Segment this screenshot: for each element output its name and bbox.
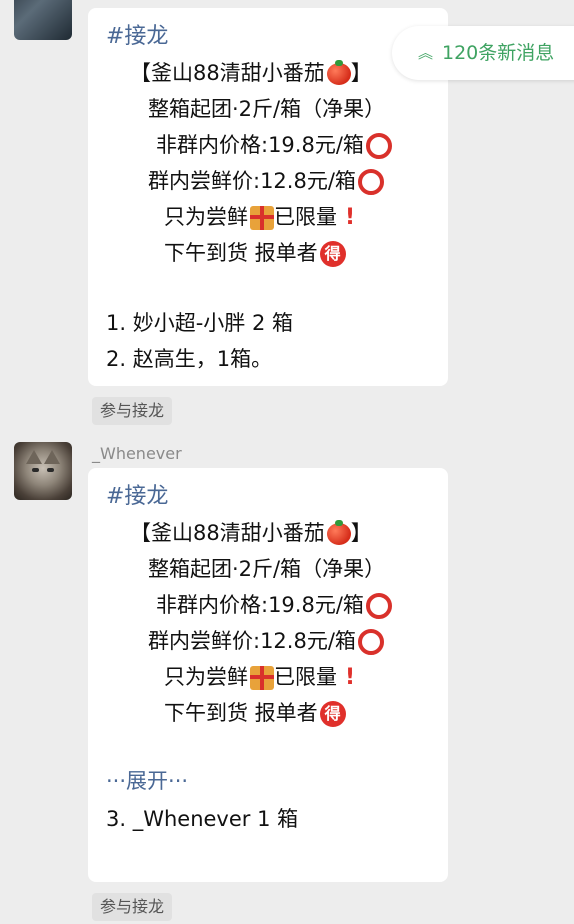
de-badge-icon: 得 <box>319 241 346 267</box>
group-price-line: 群内尝鲜价:12.8元/箱 <box>148 626 384 656</box>
hashtag-link[interactable]: #接龙 <box>106 22 168 52</box>
de-badge-icon: 得 <box>319 701 346 727</box>
exclamation-icon: ! <box>344 665 356 690</box>
red-circle-icon <box>365 133 392 159</box>
gift-icon <box>250 666 274 690</box>
title-line: 【釜山88清甜小番茄】 <box>130 520 372 545</box>
exclamation-icon: ! <box>344 205 356 230</box>
hashtag-link[interactable]: #接龙 <box>106 482 168 512</box>
tomato-icon <box>326 60 351 85</box>
red-circle-icon <box>365 593 392 619</box>
tomato-icon <box>326 520 351 545</box>
avatar[interactable] <box>14 0 72 40</box>
spec-line: 整箱起团·2斤/箱（净果） <box>148 97 386 121</box>
expand-link[interactable]: ···展开··· <box>106 766 188 796</box>
red-circle-icon <box>357 629 384 655</box>
message-bubble[interactable]: #接龙 【釜山88清甜小番茄】 整箱起团·2斤/箱（净果） 非群内价格:19.8… <box>88 468 448 882</box>
group-price-line: 群内尝鲜价:12.8元/箱 <box>148 166 384 196</box>
sender-name: _Whenever <box>92 444 182 463</box>
spec-line: 整箱起团·2斤/箱（净果） <box>148 557 386 581</box>
arrival-line: 下午到货 报单者得 <box>164 698 346 728</box>
gift-icon <box>250 206 274 230</box>
join-solitaire-button[interactable]: 参与接龙 <box>92 397 173 425</box>
red-circle-icon <box>357 169 384 195</box>
title-line: 【釜山88清甜小番茄】 <box>130 60 372 85</box>
limited-line: 只为尝鲜 已限量! <box>164 202 361 233</box>
price-line: 非群内价格:19.8元/箱 <box>156 130 392 160</box>
price-line: 非群内价格:19.8元/箱 <box>156 590 392 620</box>
new-messages-button[interactable]: ︽ 120条新消息 <box>392 26 574 80</box>
arrival-line: 下午到货 报单者得 <box>164 238 346 268</box>
avatar[interactable] <box>14 442 72 500</box>
limited-line: 只为尝鲜 已限量! <box>164 662 361 693</box>
list-item: 1. 妙小超-小胖 2 箱 <box>106 311 293 335</box>
join-solitaire-button[interactable]: 参与接龙 <box>92 893 173 921</box>
list-item: 3. _Whenever 1 箱 <box>106 807 299 831</box>
double-chevron-up-icon: ︽ <box>418 44 434 62</box>
list-item: 2. 赵高生，1箱。 <box>106 347 273 371</box>
